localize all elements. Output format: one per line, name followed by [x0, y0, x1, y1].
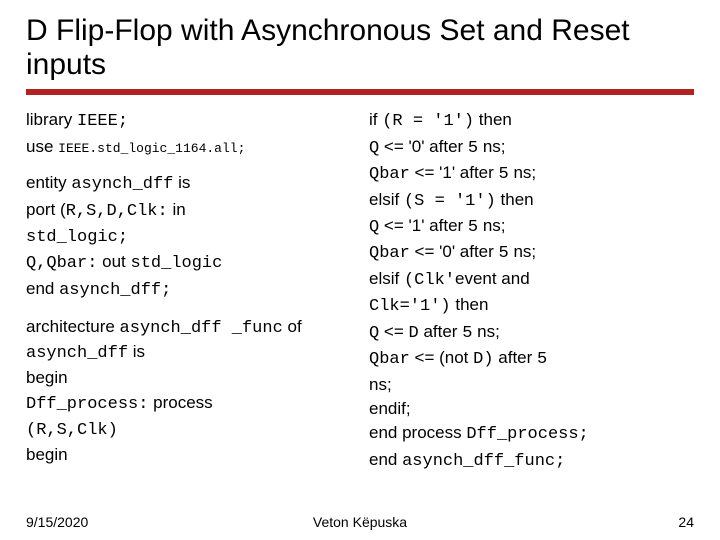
- code: IEEE;: [77, 112, 128, 131]
- code: asynch_dff_func;: [402, 452, 565, 471]
- code: Dff_process:: [26, 395, 148, 414]
- txt: ns;: [478, 137, 505, 156]
- code: asynch_dff _func: [120, 319, 283, 338]
- code: (Clk': [404, 271, 455, 290]
- kw: library: [26, 110, 77, 129]
- footer-author: Veton Këpuska: [26, 514, 694, 530]
- code: 5: [499, 165, 509, 184]
- code: Clk='1'): [369, 297, 451, 316]
- code: (S = '1'): [404, 192, 496, 211]
- kw: then: [451, 295, 489, 314]
- code: Q: [369, 324, 379, 343]
- txt: <= '0' after: [410, 242, 499, 261]
- title-rule: [26, 89, 694, 95]
- code: Q,Qbar:: [26, 254, 97, 273]
- kw: begin: [26, 368, 68, 387]
- kw: then: [474, 110, 512, 129]
- kw: elsif: [369, 190, 404, 209]
- txt: ns;: [509, 242, 536, 261]
- txt: <= (not: [410, 348, 473, 367]
- kw: if: [369, 110, 382, 129]
- code: Qbar: [369, 165, 410, 184]
- kw: event and: [455, 269, 530, 288]
- code: (R = '1'): [382, 112, 474, 131]
- txt: <= '0' after: [379, 137, 468, 156]
- txt: ns;: [509, 163, 536, 182]
- txt: <=: [379, 322, 408, 341]
- code: Qbar: [369, 350, 410, 369]
- code: R,S,D,Clk:: [66, 202, 168, 221]
- code: Q: [369, 218, 379, 237]
- code: D): [473, 350, 493, 369]
- code: Qbar: [369, 244, 410, 263]
- footer: 9/15/2020 Veton Këpuska 24: [26, 514, 694, 530]
- txt: ns;: [472, 322, 499, 341]
- code: D: [409, 324, 419, 343]
- kw: entity: [26, 173, 71, 192]
- code: asynch_dff: [71, 175, 173, 194]
- code: asynch_dff;: [59, 281, 171, 300]
- kw: begin: [26, 445, 68, 464]
- kw: port (: [26, 200, 66, 219]
- code: Dff_process;: [466, 425, 588, 444]
- code: (R,S,Clk): [26, 421, 118, 440]
- code: 5: [468, 218, 478, 237]
- kw: process: [148, 393, 212, 412]
- kw: end: [369, 450, 402, 469]
- left-column: library IEEE; use IEEE.std_logic_1164.al…: [26, 109, 351, 481]
- txt: <= '1' after: [410, 163, 499, 182]
- kw: of: [283, 317, 302, 336]
- kw: after: [419, 322, 462, 341]
- kw: end: [26, 279, 59, 298]
- code: std_logic: [131, 254, 223, 273]
- code: IEEE.std_logic_1164.all;: [58, 141, 245, 156]
- txt: ns;: [369, 375, 392, 394]
- slide-title: D Flip-Flop with Asynchronous Set and Re…: [26, 14, 694, 81]
- kw: end process: [369, 423, 466, 442]
- code: 5: [468, 139, 478, 158]
- code: asynch_dff: [26, 344, 128, 363]
- kw: is: [128, 342, 145, 361]
- kw: is: [173, 173, 190, 192]
- kw: after: [494, 348, 537, 367]
- kw: architecture: [26, 317, 120, 336]
- content-columns: library IEEE; use IEEE.std_logic_1164.al…: [26, 109, 694, 481]
- code: 5: [499, 244, 509, 263]
- txt: ns;: [478, 216, 505, 235]
- kw: elsif: [369, 269, 404, 288]
- code: 5: [462, 324, 472, 343]
- kw: in: [168, 200, 186, 219]
- right-column: if (R = '1') then Q <= '0' after 5 ns; Q…: [369, 109, 694, 481]
- kw: use: [26, 137, 58, 156]
- kw: out: [97, 252, 130, 271]
- kw: endif;: [369, 399, 411, 418]
- code: 5: [537, 350, 547, 369]
- code: Q: [369, 139, 379, 158]
- code: std_logic;: [26, 228, 128, 247]
- txt: <= '1' after: [379, 216, 468, 235]
- kw: then: [496, 190, 534, 209]
